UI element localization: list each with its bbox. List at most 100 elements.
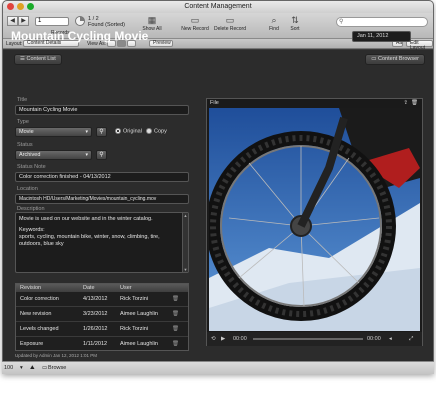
new-record-icon: ▭ xyxy=(190,14,200,25)
tab-content-list[interactable]: ☰ Content List xyxy=(14,54,62,65)
player-controls: ⟲ ▶ 00:00 00:00 ◂ ⤢ xyxy=(207,332,422,346)
location-label: Location xyxy=(17,186,38,192)
mode-label[interactable]: Browse xyxy=(48,362,66,374)
status-label: Status xyxy=(17,142,33,148)
tab-content-browser[interactable]: ▭ Content Browser xyxy=(365,54,425,65)
found-status: Found (Sorted) xyxy=(88,22,125,28)
trash-icon[interactable]: 🗑 xyxy=(411,99,418,108)
date-cell: 4/13/2012 xyxy=(83,296,108,302)
found-count: 1 / 2 Found (Sorted) xyxy=(88,16,125,28)
date-column-header: Date xyxy=(83,285,95,291)
record-nav: ◀ ▶ xyxy=(7,16,29,26)
zoom-out-icon[interactable]: ▾ xyxy=(20,362,23,374)
user-cell: Aimee Laughlin xyxy=(120,341,158,347)
tab-content-list-label: Content List xyxy=(26,56,56,62)
location-field[interactable]: Macintosh HD/Users/Marketing/Movies/moun… xyxy=(15,194,189,204)
keywords-text-2: outdoors, blue sky xyxy=(19,241,64,247)
close-window-icon[interactable] xyxy=(7,3,14,10)
radio-selected-icon xyxy=(115,128,121,134)
window-title: Content Management xyxy=(184,3,252,10)
scroll-down-icon[interactable]: ▼ xyxy=(183,267,188,272)
keywords-text-1: sports, cycling, mountain bike, winter, … xyxy=(19,234,160,240)
type-select-value: Movie xyxy=(19,129,34,135)
sort-button[interactable]: ⇅ Sort xyxy=(287,14,303,33)
type-label: Type xyxy=(17,119,29,125)
file-label: File xyxy=(210,100,219,106)
file-header: File ⇪ 🗑 xyxy=(207,99,422,108)
record-number-field[interactable]: 1 xyxy=(35,17,69,26)
revision-cell: Exposure xyxy=(20,341,44,347)
scroll-up-icon[interactable]: ▲ xyxy=(183,213,188,218)
chevron-down-icon: ▾ xyxy=(85,152,88,158)
find-label: Find xyxy=(269,26,279,32)
chevron-down-icon: ▾ xyxy=(85,129,88,135)
user-cell: Rick Torzini xyxy=(120,296,149,302)
volume-icon[interactable]: ◂ xyxy=(389,332,392,346)
description-scrollbar[interactable]: ▲ ▼ xyxy=(182,213,188,272)
radio-unselected-icon xyxy=(146,128,152,134)
table-row[interactable]: Color correction 4/13/2012 Rick Torzini … xyxy=(16,292,188,307)
status-note-label: Status Note xyxy=(17,164,46,170)
previous-record-button[interactable]: ◀ xyxy=(7,16,18,26)
search-icon: ⚲ xyxy=(339,19,344,25)
search-input[interactable]: ⚲ xyxy=(336,17,428,27)
type-search-button[interactable]: ⚲ xyxy=(96,127,107,137)
status-search-button[interactable]: ⚲ xyxy=(96,150,107,160)
trash-icon[interactable]: 🗑 xyxy=(172,307,179,322)
table-row[interactable]: Exposure 1/11/2012 Aimee Laughlin 🗑 xyxy=(16,337,188,352)
trash-icon[interactable]: 🗑 xyxy=(172,292,179,307)
trash-icon[interactable]: 🗑 xyxy=(172,322,179,337)
minimize-window-icon[interactable] xyxy=(17,3,24,10)
new-record-label: New Record xyxy=(181,26,209,32)
table-row[interactable]: Levels changed 1/26/2012 Rick Torzini 🗑 xyxy=(16,322,188,337)
fullscreen-icon[interactable]: ⤢ xyxy=(409,332,413,346)
delete-record-icon: ▭ xyxy=(225,14,235,25)
table-row[interactable]: New revision 3/23/2012 Aimee Laughlin 🗑 xyxy=(16,307,188,322)
title-field[interactable]: Mountain Cycling Movie xyxy=(15,105,189,115)
zoom-in-icon[interactable]: ⛰ xyxy=(30,362,35,374)
revisions-header: Revision Date User xyxy=(16,284,188,292)
revision-column-header: Revision xyxy=(20,285,42,291)
trash-icon[interactable]: 🗑 xyxy=(172,337,179,352)
tab-content-browser-label: Content Browser xyxy=(378,56,419,62)
revision-cell: New revision xyxy=(20,311,52,317)
movie-preview-image xyxy=(209,108,420,331)
find-button[interactable]: ⌕ Find xyxy=(266,14,282,33)
copy-radio[interactable]: Copy xyxy=(146,128,167,134)
preview-button[interactable]: Preview xyxy=(149,40,173,47)
date-cell: 3/23/2012 xyxy=(83,311,108,317)
description-field[interactable]: Movie is used on our website and in the … xyxy=(15,212,189,273)
revision-cell: Levels changed xyxy=(20,326,59,332)
zoom-level[interactable]: 100 xyxy=(4,362,13,374)
type-select[interactable]: Movie ▾ xyxy=(15,127,92,137)
original-radio[interactable]: Original xyxy=(115,128,142,134)
status-select[interactable]: Archived ▾ xyxy=(15,150,92,160)
user-cell: Rick Torzini xyxy=(120,326,149,332)
export-icon[interactable]: ⇪ xyxy=(403,99,408,108)
delete-record-label: Delete Record xyxy=(214,26,246,32)
search-icon: ⚲ xyxy=(99,152,104,158)
copy-radio-label: Copy xyxy=(154,128,167,135)
zoom-window-icon[interactable] xyxy=(27,3,34,10)
delete-record-button[interactable]: ▭ Delete Record xyxy=(211,14,249,33)
tab-bar: ☰ Content List ▭ Content Browser xyxy=(8,54,429,65)
search-icon: ⚲ xyxy=(99,129,104,135)
title-label: Title xyxy=(17,97,28,103)
found-set-pie-icon xyxy=(75,16,85,26)
status-select-value: Archived xyxy=(19,152,41,158)
play-icon[interactable]: ▶ xyxy=(221,332,225,346)
date-cell: 1/11/2012 xyxy=(83,341,108,347)
record-date-field[interactable]: Jan 11, 2012 xyxy=(352,31,411,42)
mountain-bike-photo xyxy=(209,108,420,331)
toolbar-toggle-icon[interactable]: ▭ xyxy=(42,362,47,374)
file-panel: File ⇪ 🗑 ⟲ ▶ 00:00 00:00 ◂ ⤢ xyxy=(206,98,423,346)
loop-icon[interactable]: ⟲ xyxy=(211,332,216,346)
user-column-header: User xyxy=(120,285,132,291)
status-note-field[interactable]: Color correction finished - 04/13/2012 xyxy=(15,172,189,182)
description-text: Movie is used on our website and in the … xyxy=(19,216,153,222)
scrubber[interactable] xyxy=(253,338,363,340)
title-bar: Content Management xyxy=(3,1,433,13)
next-record-button[interactable]: ▶ xyxy=(18,16,29,26)
new-record-button[interactable]: ▭ New Record xyxy=(178,14,212,33)
keywords-label: Keywords: xyxy=(19,227,45,233)
